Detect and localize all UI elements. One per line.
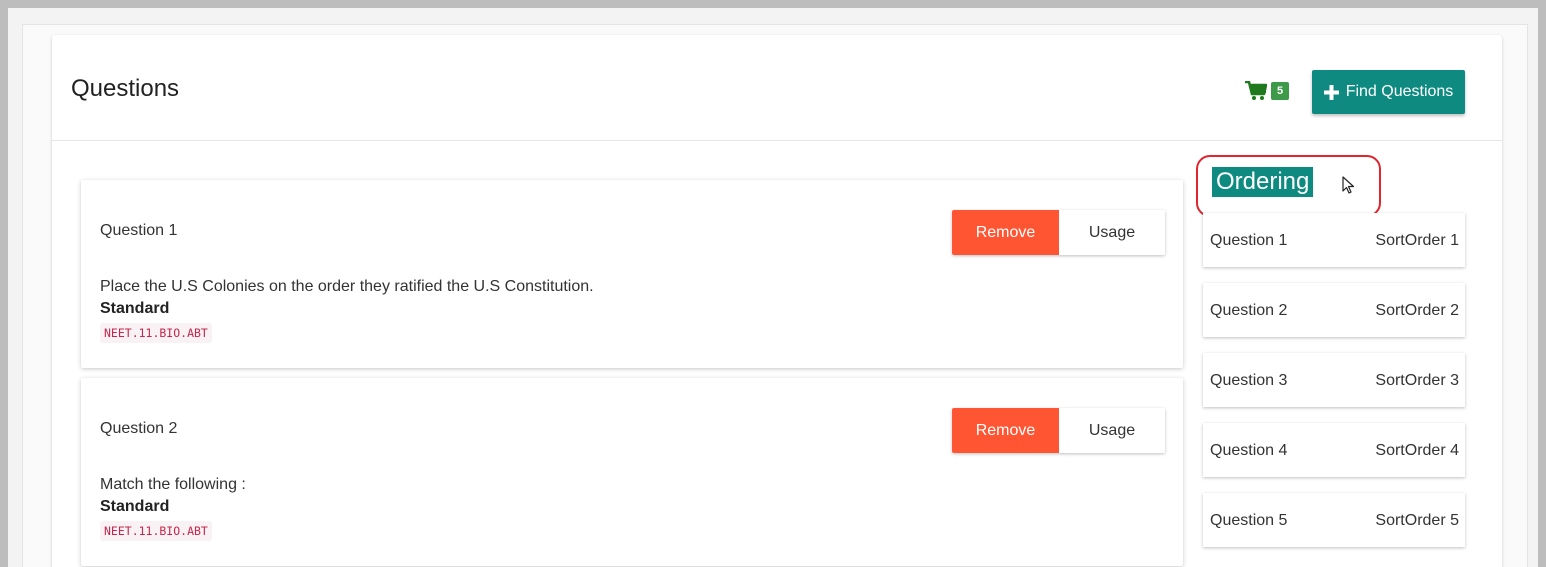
- page-title: Questions: [71, 75, 180, 102]
- panel-header: Questions 5 Find Questions: [52, 35, 1502, 141]
- cart-button[interactable]: 5: [1245, 78, 1290, 104]
- questions-panel: Questions 5 Find Questions Question 1 Re…: [52, 35, 1502, 567]
- usage-button[interactable]: Usage: [1059, 408, 1165, 453]
- ordering-item[interactable]: Question 3 SortOrder 3: [1203, 353, 1465, 407]
- ordering-sort: SortOrder 2: [1375, 302, 1459, 319]
- standard-code: NEET.11.BIO.ABT: [100, 521, 212, 541]
- remove-button[interactable]: Remove: [952, 408, 1059, 453]
- ordering-item[interactable]: Question 5 SortOrder 5: [1203, 493, 1465, 547]
- standard-label: Standard: [100, 300, 170, 317]
- ordering-question: Question 5: [1210, 512, 1288, 529]
- question-actions: Remove Usage: [952, 210, 1165, 255]
- standard-label: Standard: [100, 498, 170, 515]
- ordering-item[interactable]: Question 2 SortOrder 2: [1203, 283, 1465, 337]
- ordering-sort: SortOrder 4: [1375, 442, 1459, 459]
- ordering-question: Question 3: [1210, 372, 1288, 389]
- remove-button[interactable]: Remove: [952, 210, 1059, 255]
- ordering-item[interactable]: Question 1 SortOrder 1: [1203, 213, 1465, 267]
- question-text: Place the U.S Colonies on the order they…: [100, 278, 594, 295]
- standard-code: NEET.11.BIO.ABT: [100, 323, 212, 343]
- ordering-sort: SortOrder 1: [1375, 232, 1459, 249]
- app-viewport: Questions 5 Find Questions Question 1 Re…: [8, 8, 1538, 567]
- plus-icon: [1323, 84, 1339, 100]
- ordering-title[interactable]: Ordering: [1212, 167, 1314, 197]
- question-card: Question 2 Remove Usage Match the follow…: [81, 378, 1183, 566]
- ordering-item[interactable]: Question 4 SortOrder 4: [1203, 423, 1465, 477]
- ordering-question: Question 2: [1210, 302, 1288, 319]
- find-questions-button[interactable]: Find Questions: [1312, 70, 1465, 114]
- ordering-question: Question 4: [1210, 442, 1288, 459]
- question-card: Question 1 Remove Usage Place the U.S Co…: [81, 180, 1183, 368]
- question-text: Match the following :: [100, 476, 246, 493]
- question-title: Question 1: [100, 222, 178, 239]
- ordering-sort: SortOrder 5: [1375, 512, 1459, 529]
- ordering-question: Question 1: [1210, 232, 1288, 249]
- mouse-pointer-icon: [1342, 176, 1355, 194]
- find-questions-label: Find Questions: [1345, 83, 1454, 100]
- usage-button[interactable]: Usage: [1059, 210, 1165, 255]
- question-title: Question 2: [100, 420, 178, 437]
- ordering-sort: SortOrder 3: [1375, 372, 1459, 389]
- cart-icon: [1245, 81, 1267, 100]
- question-actions: Remove Usage: [952, 408, 1165, 453]
- cart-count-badge: 5: [1271, 82, 1290, 100]
